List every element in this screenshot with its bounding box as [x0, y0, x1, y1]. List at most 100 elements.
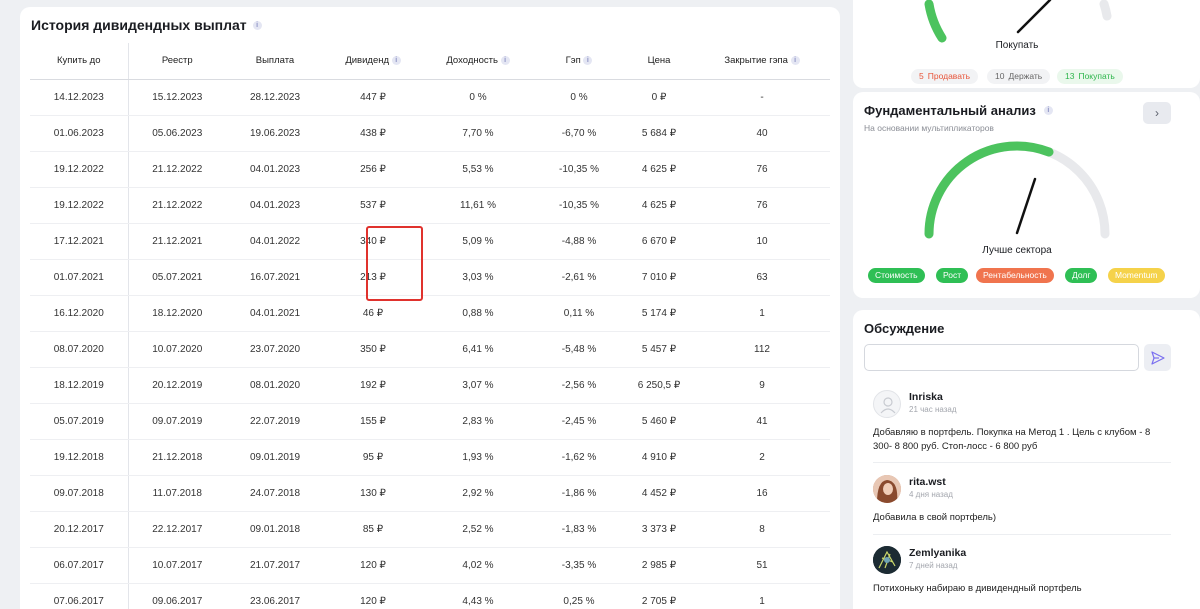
registry-date: 21.12.2021: [128, 223, 226, 260]
dividend-amount: 155 ₽: [324, 403, 422, 440]
column-header[interactable]: Реестр: [128, 43, 226, 80]
comment-time: 4 дня назад: [909, 490, 953, 499]
gap-value: -1,83 %: [534, 511, 624, 548]
gauge-arc-green: [924, 0, 947, 43]
dividend-amount: 85 ₽: [324, 511, 422, 548]
table-row: 18.12.2019 20.12.2019 08.01.2020 192 ₽3,07 …: [30, 367, 830, 404]
comment-time: 21 час назад: [909, 405, 957, 414]
table-header-row: Купить до Реестр Выплата Дивиденд i Дохо…: [30, 43, 830, 80]
yield-value: 3,07 %: [422, 367, 534, 404]
yield-value: 6,41 %: [422, 331, 534, 368]
table-row: 19.12.2022 21.12.2022 04.01.2023 537 ₽11,61…: [30, 187, 830, 224]
fundamental-tag[interactable]: Momentum: [1108, 268, 1165, 283]
column-header[interactable]: Доходность i: [422, 43, 534, 80]
gap-value: -10,35 %: [534, 151, 624, 188]
gap-close-days: -: [694, 79, 830, 116]
yield-value: 2,92 %: [422, 475, 534, 512]
table-row: 19.12.2018 21.12.2018 09.01.2019 95 ₽1,93 %…: [30, 439, 830, 476]
gauge-arc-grey: [1099, 0, 1112, 21]
fundamental-tag[interactable]: Стоимость: [868, 268, 925, 283]
dividend-history-card: История дивидендных выплат i Купить до Р…: [20, 7, 840, 609]
dividend-amount: 192 ₽: [324, 367, 422, 404]
send-button[interactable]: [1144, 344, 1171, 371]
registry-date: 05.07.2021: [128, 259, 226, 296]
comment-input[interactable]: [864, 344, 1139, 371]
column-header[interactable]: Цена: [624, 43, 694, 80]
rating-buy-badge[interactable]: 13 Покупать: [1057, 69, 1123, 84]
payment-date: 04.01.2021: [226, 295, 324, 332]
rating-hold-badge[interactable]: 10 Держать: [987, 69, 1051, 84]
registry-date: 21.12.2022: [128, 187, 226, 224]
column-header[interactable]: Выплата: [226, 43, 324, 80]
comment-text: Добавляю в портфель. Покупка на Метод 1 …: [873, 427, 1151, 452]
dividend-amount: 46 ₽: [324, 295, 422, 332]
payment-date: 09.01.2019: [226, 439, 324, 476]
info-icon[interactable]: i: [500, 56, 510, 66]
fundamental-tag[interactable]: Рост: [936, 268, 969, 283]
registry-date: 21.12.2018: [128, 439, 226, 476]
fundamental-tag[interactable]: Долг: [1065, 268, 1098, 283]
info-icon[interactable]: i: [391, 56, 401, 66]
gap-close-days: 1: [694, 583, 830, 609]
gap-close-days: 76: [694, 187, 830, 224]
gap-value: -2,61 %: [534, 259, 624, 296]
discussion-card: Обсуждение Inriska 21 час назад Добавляю…: [853, 310, 1200, 609]
registry-date: 15.12.2023: [128, 79, 226, 116]
column-header[interactable]: Купить до: [30, 43, 129, 80]
comment-username[interactable]: Zemlyanika: [909, 547, 966, 559]
column-header[interactable]: Закрытие гэпа i: [694, 43, 830, 80]
comment-text: Добавила в свой портфель): [873, 512, 997, 523]
table-row: 16.12.2020 18.12.2020 04.01.2021 46 ₽0,88 %…: [30, 295, 830, 332]
info-icon[interactable]: i: [583, 56, 593, 66]
yield-value: 7,70 %: [422, 115, 534, 152]
yield-value: 2,83 %: [422, 403, 534, 440]
price-value: 7 010 ₽: [624, 259, 694, 296]
buy-before-date: 17.12.2021: [30, 223, 129, 260]
column-header[interactable]: Дивиденд i: [324, 43, 422, 80]
price-value: 4 910 ₽: [624, 439, 694, 476]
gauge-track: [924, 141, 1110, 239]
avatar[interactable]: [873, 390, 901, 418]
comment-username[interactable]: rita.wst: [909, 476, 946, 488]
registry-date: 20.12.2019: [128, 367, 226, 404]
table-row: 08.07.2020 10.07.2020 23.07.2020 350 ₽6,41 …: [30, 331, 830, 368]
fundamental-tag[interactable]: Рентабельность: [976, 268, 1054, 283]
yield-value: 11,61 %: [422, 187, 534, 224]
user-placeholder-icon: [880, 397, 896, 414]
analyst-rating-card: Покупать 5 Продавать 10 Держать 13 Покупать: [853, 0, 1200, 88]
registry-date: 11.07.2018: [128, 475, 226, 512]
dividend-amount: 340 ₽: [324, 223, 422, 260]
buy-before-date: 09.07.2018: [30, 475, 129, 512]
avatar[interactable]: [873, 475, 901, 503]
buy-before-date: 07.06.2017: [30, 583, 129, 609]
info-icon[interactable]: i: [252, 20, 262, 30]
payment-date: 09.01.2018: [226, 511, 324, 548]
payment-date: 24.07.2018: [226, 475, 324, 512]
price-value: 3 373 ₽: [624, 511, 694, 548]
gap-close-days: 16: [694, 475, 830, 512]
buy-before-date: 01.06.2023: [30, 115, 129, 152]
rating-sell-badge[interactable]: 5 Продавать: [911, 69, 979, 84]
column-header[interactable]: Гэп i: [534, 43, 624, 80]
comment-time: 7 дней назад: [909, 561, 958, 570]
gap-value: -4,88 %: [534, 223, 624, 260]
table-row: 14.12.2023 15.12.2023 28.12.2023 447 ₽0 % 0 …: [30, 79, 830, 116]
avatar[interactable]: [873, 546, 901, 574]
gap-value: -6,70 %: [534, 115, 624, 152]
gap-value: -5,48 %: [534, 331, 624, 368]
comment-username[interactable]: Inriska: [909, 391, 943, 403]
dividend-table-body: 14.12.2023 15.12.2023 28.12.2023 447 ₽0 % 0 …: [30, 79, 830, 609]
buy-before-date: 05.07.2019: [30, 403, 129, 440]
gap-value: -3,35 %: [534, 547, 624, 584]
payment-date: 04.01.2022: [226, 223, 324, 260]
registry-date: 22.12.2017: [128, 511, 226, 548]
info-icon[interactable]: i: [790, 56, 800, 66]
price-value: 6 250,5 ₽: [624, 367, 694, 404]
dividend-history-title: История дивидендных выплат: [31, 17, 247, 33]
buy-before-date: 19.12.2022: [30, 187, 129, 224]
table-row: 19.12.2022 21.12.2022 04.01.2023 256 ₽5,53 …: [30, 151, 830, 188]
gap-value: 0,25 %: [534, 583, 624, 609]
comment-text: Потихоньку набираю в дивидендный портфел…: [873, 583, 1082, 594]
yield-value: 5,53 %: [422, 151, 534, 188]
table-row: 01.07.2021 05.07.2021 16.07.2021 213 ₽3,03 …: [30, 259, 830, 296]
